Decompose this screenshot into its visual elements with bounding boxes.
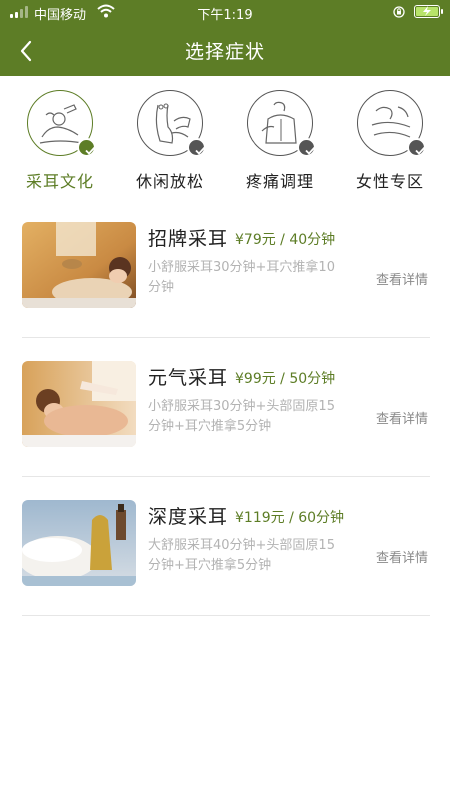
service-description: 小舒服采耳30分钟+耳穴推拿10分钟	[148, 260, 335, 295]
category-image	[247, 90, 316, 157]
service-price: ¥119元 / 60分钟	[235, 510, 345, 526]
category-bar: 采耳文化 休闲放松 疼痛调理 女性专区	[0, 76, 450, 202]
category-label: 采耳文化	[25, 172, 94, 191]
category-label: 疼痛调理	[245, 172, 314, 191]
service-name: 深度采耳	[148, 506, 229, 528]
service-name: 元气采耳	[148, 367, 229, 389]
service-price: ¥99元 / 50分钟	[235, 371, 336, 387]
category-image	[27, 90, 96, 157]
category-ear-culture[interactable]: 采耳文化	[12, 90, 108, 194]
service-image	[22, 222, 136, 308]
category-pain-relief[interactable]: 疼痛调理	[232, 90, 328, 194]
orientation-lock-icon	[393, 6, 405, 18]
view-details-link[interactable]: 查看详情	[376, 408, 428, 427]
battery-icon	[414, 5, 443, 18]
category-image	[357, 90, 426, 157]
view-details-link[interactable]: 查看详情	[376, 269, 428, 288]
service-item-vitality[interactable]: 元气采耳 ¥99元 / 50分钟 小舒服采耳30分钟+头部固原15分钟+耳穴推拿…	[22, 361, 430, 477]
view-details-link[interactable]: 查看详情	[376, 547, 428, 566]
category-relax[interactable]: 休闲放松	[122, 90, 218, 194]
status-time: 下午1:19	[197, 8, 253, 23]
category-image	[137, 90, 206, 157]
service-description: 小舒服采耳30分钟+头部固原15分钟+耳穴推拿5分钟	[148, 399, 335, 434]
service-item-deep[interactable]: 深度采耳 ¥119元 / 60分钟 大舒服采耳40分钟+头部固原15分钟+耳穴推…	[22, 500, 430, 616]
service-item-signature[interactable]: 招牌采耳 ¥79元 / 40分钟 小舒服采耳30分钟+耳穴推拿10分钟 查看详情	[22, 222, 430, 338]
service-image	[22, 500, 136, 586]
category-label: 女性专区	[355, 172, 424, 191]
top-bar: 中国移动 下午1:19 选择症状	[0, 0, 450, 76]
unselected-check-icon	[407, 138, 426, 157]
unselected-check-icon	[187, 138, 206, 157]
service-name: 招牌采耳	[148, 228, 229, 250]
page-title: 选择症状	[184, 41, 265, 63]
service-description: 大舒服采耳40分钟+头部固原15分钟+耳穴推拿5分钟	[148, 538, 335, 573]
category-label: 休闲放松	[135, 172, 204, 191]
service-image	[22, 361, 136, 447]
category-women[interactable]: 女性专区	[342, 90, 438, 194]
unselected-check-icon	[297, 138, 316, 157]
selected-check-icon	[77, 138, 96, 157]
status-bar: 中国移动 下午1:19	[0, 0, 450, 24]
service-price: ¥79元 / 40分钟	[235, 232, 336, 248]
